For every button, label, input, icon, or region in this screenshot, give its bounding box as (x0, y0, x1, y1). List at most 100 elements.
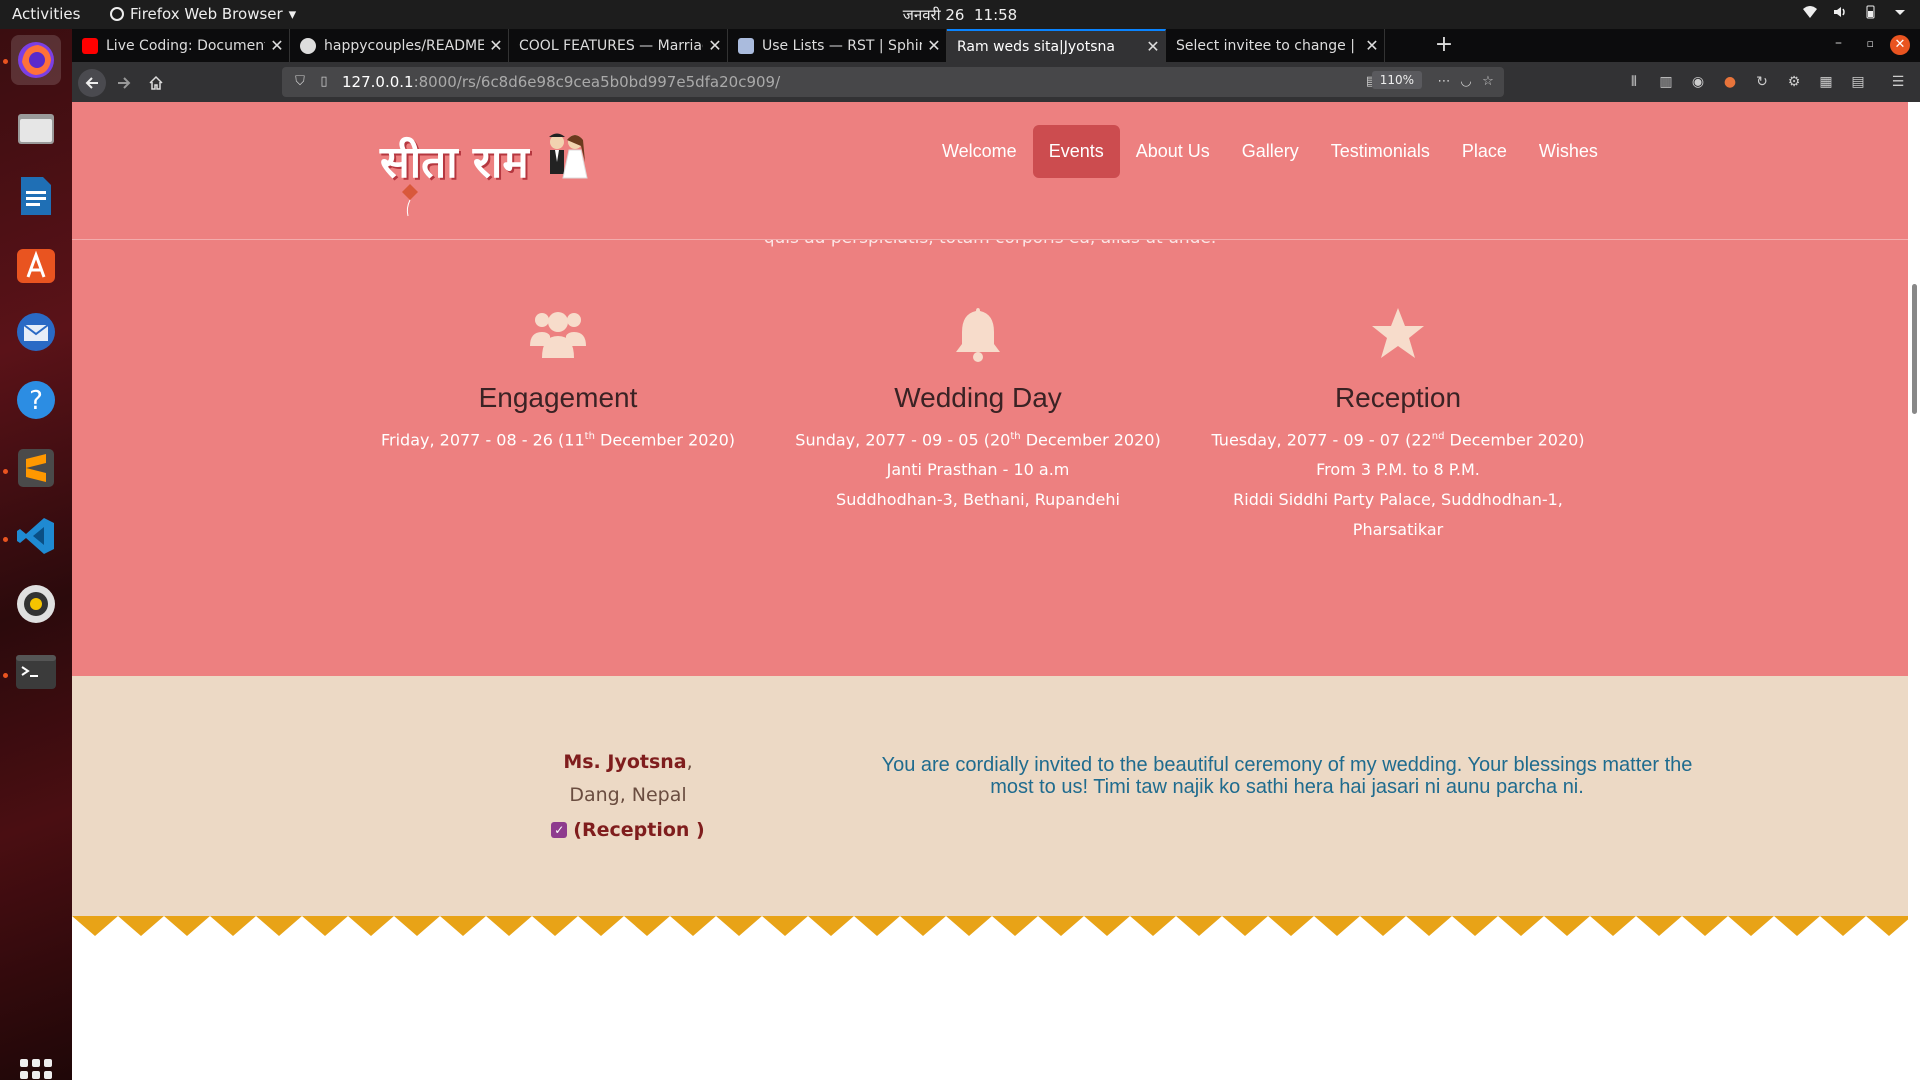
activities-button[interactable]: Activities (12, 5, 80, 23)
notes-extension-icon[interactable]: ▤ (1848, 72, 1868, 92)
svg-text:?: ? (29, 386, 43, 416)
tab-ram-weds-sita[interactable]: Ram weds sita|Jyotsna ✕ (947, 29, 1166, 62)
guest-address: Dang, Nepal (569, 784, 687, 806)
home-button[interactable] (142, 69, 170, 97)
dock: ? (0, 29, 72, 1080)
scrollbar[interactable] (1908, 102, 1920, 1080)
firefox-small-icon (110, 7, 124, 21)
event-title: Wedding Day (894, 382, 1062, 413)
tab-cool-features[interactable]: COOL FEATURES — Marriag ✕ (509, 29, 728, 62)
app-menu[interactable]: Firefox Web Browser ▾ (110, 5, 296, 23)
ruler-extension-icon[interactable]: ▦ (1816, 72, 1836, 92)
gear-extension-icon[interactable]: ⚙ (1784, 72, 1804, 92)
tab-live-coding[interactable]: Live Coding: Documentati ✕ (72, 29, 290, 62)
invitation-message: You are cordially invited to the beautif… (881, 754, 1693, 798)
running-indicator (3, 673, 8, 678)
minimize-window-icon[interactable]: – (1835, 35, 1842, 51)
software-dock-icon[interactable] (11, 239, 61, 289)
battery-icon (1866, 5, 1875, 19)
tab-title: Use Lists — RST | Sphinx (762, 37, 922, 54)
power-menu-caret-icon (1895, 10, 1905, 15)
nav-gallery[interactable]: Gallery (1226, 125, 1315, 178)
nav-events[interactable]: Events (1032, 125, 1120, 178)
account-icon[interactable]: ◉ (1688, 72, 1708, 92)
running-indicator (3, 469, 8, 474)
couple-illustration-icon (549, 133, 588, 179)
forward-button[interactable] (110, 69, 138, 97)
files-dock-icon[interactable] (11, 103, 61, 153)
running-indicator (3, 59, 8, 64)
nav-place[interactable]: Place (1446, 125, 1523, 178)
music-player-icon (17, 585, 55, 623)
thunderbird-dock-icon[interactable] (11, 307, 61, 357)
clock-time: 11:58 (973, 6, 1018, 24)
sidebar-icon[interactable]: ▥ (1656, 72, 1676, 92)
event-date: Sunday, 2077 - 09 - 05 (20th December 20… (795, 430, 1161, 450)
invitation-section: Ms. Jyotsna, Dang, Nepal ✓ (Reception ) Y… (72, 676, 1908, 916)
writer-dock-icon[interactable] (11, 171, 61, 221)
firefox-dock-icon[interactable] (11, 35, 61, 85)
system-tray[interactable] (1802, 4, 1908, 20)
nav-testimonials[interactable]: Testimonials (1315, 125, 1446, 178)
guest-card: Ms. Jyotsna, Dang, Nepal ✓ (Reception ) (448, 746, 808, 847)
sphinx-favicon-icon (738, 37, 754, 54)
vscode-dock-icon[interactable] (11, 511, 61, 561)
close-tab-icon[interactable]: ✕ (1360, 36, 1384, 55)
library-icon[interactable]: ⫴ (1624, 72, 1644, 92)
sublime-dock-icon[interactable] (11, 443, 61, 493)
event-wedding-day: Wedding Day Sunday, 2077 - 09 - 05 (20th… (763, 302, 1193, 515)
tab-happycouples-readme[interactable]: happycouples/README.m ✕ (290, 29, 509, 62)
youtube-favicon-icon (82, 37, 98, 54)
shield-icon[interactable]: ⛉ (292, 74, 308, 90)
tab-title: COOL FEATURES — Marriag (519, 37, 703, 54)
page-actions-icon[interactable]: ⋯ (1436, 74, 1452, 90)
back-button[interactable] (78, 69, 106, 97)
close-window-button[interactable]: ✕ (1890, 35, 1910, 55)
restore-window-icon[interactable]: ▫ (1867, 37, 1874, 50)
url-text: 127.0.0.1:8000/rs/6c8d6e98c9cea5b0bd997e… (342, 73, 780, 91)
bookmark-star-icon[interactable]: ☆ (1480, 74, 1496, 90)
help-dock-icon[interactable]: ? (11, 375, 61, 425)
nav-about-us[interactable]: About Us (1120, 125, 1226, 178)
running-indicator (3, 537, 8, 542)
close-tab-icon[interactable]: ✕ (1141, 37, 1165, 56)
address-bar[interactable]: ⛉ ▯ 127.0.0.1:8000/rs/6c8d6e98c9cea5b0bd… (282, 67, 1504, 97)
close-tab-icon[interactable]: ✕ (484, 36, 508, 55)
close-tab-icon[interactable]: ✕ (265, 36, 289, 55)
volume-icon (1834, 7, 1845, 17)
system-top-bar: Activities Firefox Web Browser ▾ जनवरी 2… (0, 0, 1920, 29)
wifi-icon (1803, 6, 1817, 18)
close-tab-icon[interactable]: ✕ (922, 36, 946, 55)
extension-icon[interactable]: ● (1720, 72, 1740, 92)
hamburger-menu-icon[interactable]: ☰ (1888, 72, 1908, 92)
url-path: :8000/rs/6c8d6e98c9cea5b0bd997e5dfa20c90… (413, 73, 781, 91)
rhythmbox-dock-icon[interactable] (11, 579, 61, 629)
new-tab-button[interactable]: + (1430, 32, 1458, 57)
event-date: Tuesday, 2077 - 09 - 07 (22nd December 2… (1211, 430, 1585, 450)
nav-wishes[interactable]: Wishes (1523, 125, 1614, 178)
app-store-icon (17, 249, 55, 283)
show-applications-icon[interactable] (20, 1059, 52, 1080)
terminal-icon (16, 655, 56, 689)
terminal-dock-icon[interactable] (11, 647, 61, 697)
clock-button[interactable]: जनवरी 26 11:58 (903, 6, 1017, 24)
event-date: Friday, 2077 - 08 - 26 (11th December 20… (380, 430, 736, 450)
nav-welcome[interactable]: Welcome (926, 125, 1033, 178)
vscode-icon (17, 518, 54, 554)
site-header: सीता राम Welcome Events About Us Gallery… (72, 102, 1908, 240)
pocket-icon[interactable]: ◡ (1458, 74, 1474, 90)
scrollbar-thumb[interactable] (1912, 284, 1917, 414)
tab-title: happycouples/README.m (324, 37, 484, 54)
event-detail: Janti Prasthan - 10 a.m (886, 460, 1070, 480)
tab-use-lists[interactable]: Use Lists — RST | Sphinx ✕ (728, 29, 947, 62)
event-detail: Suddhodhan-3, Bethani, Rupandehi (836, 490, 1120, 510)
reload-extension-icon[interactable]: ↻ (1752, 72, 1772, 92)
zoom-level-badge[interactable]: 110% (1371, 71, 1422, 89)
close-tab-icon[interactable]: ✕ (703, 36, 727, 55)
event-title: Reception (1334, 382, 1462, 413)
site-logo[interactable]: सीता राम (368, 122, 600, 221)
logo-text: सीता राम (380, 137, 529, 188)
mail-icon (17, 313, 55, 351)
page-info-icon[interactable]: ▯ (316, 74, 332, 90)
tab-select-invitee[interactable]: Select invitee to change | Dj ✕ (1166, 29, 1385, 62)
